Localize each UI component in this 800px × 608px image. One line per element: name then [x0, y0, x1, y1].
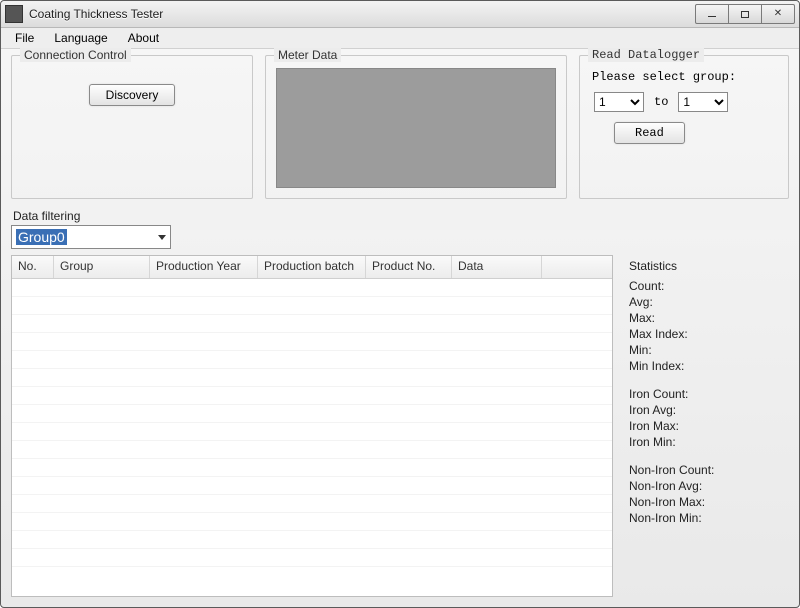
col-no[interactable]: No. [12, 256, 54, 278]
table-row [12, 459, 612, 477]
table-row [12, 441, 612, 459]
client-area: Connection Control Discovery Meter Data … [1, 49, 799, 607]
maximize-button[interactable] [728, 4, 762, 24]
window-title: Coating Thickness Tester [29, 7, 696, 21]
table-row [12, 549, 612, 567]
table-row [12, 477, 612, 495]
close-button[interactable] [761, 4, 795, 24]
data-filtering-select[interactable]: Group0 [11, 225, 171, 249]
stat-noniron-min: Non-Iron Min: [629, 511, 789, 525]
col-year[interactable]: Production Year [150, 256, 258, 278]
col-data[interactable]: Data [452, 256, 542, 278]
read-button[interactable]: Read [614, 122, 685, 144]
statistics-panel: Statistics Count: Avg: Max: Max Index: M… [623, 255, 789, 597]
table-row [12, 315, 612, 333]
minimize-button[interactable] [695, 4, 729, 24]
top-row: Connection Control Discovery Meter Data … [11, 55, 789, 199]
meter-data-group: Meter Data [265, 55, 567, 199]
table-row [12, 387, 612, 405]
data-filtering-label: Data filtering [13, 209, 789, 223]
table-row [12, 513, 612, 531]
data-filtering-area: Data filtering Group0 [11, 205, 789, 249]
table-row [12, 279, 612, 297]
stat-min: Min: [629, 343, 789, 357]
stat-iron-avg: Iron Avg: [629, 403, 789, 417]
discovery-button[interactable]: Discovery [89, 84, 176, 106]
menu-file[interactable]: File [15, 31, 34, 45]
table-row [12, 405, 612, 423]
menu-language[interactable]: Language [54, 31, 107, 45]
datalogger-legend: Read Datalogger [588, 48, 704, 62]
filter-selected-value: Group0 [16, 229, 67, 245]
connection-legend: Connection Control [20, 48, 131, 62]
col-group[interactable]: Group [54, 256, 150, 278]
table-row [12, 297, 612, 315]
stats-header: Statistics [629, 259, 789, 273]
app-icon [5, 5, 23, 23]
stat-iron-count: Iron Count: [629, 387, 789, 401]
table-row [12, 369, 612, 387]
data-table: No. Group Production Year Production bat… [11, 255, 613, 597]
table-row [12, 423, 612, 441]
table-row [12, 531, 612, 549]
table-body[interactable] [12, 279, 612, 596]
stat-min-index: Min Index: [629, 359, 789, 373]
menubar: File Language About [1, 28, 799, 49]
menu-about[interactable]: About [128, 31, 159, 45]
table-row [12, 333, 612, 351]
to-label: to [654, 95, 668, 109]
titlebar: Coating Thickness Tester [1, 1, 799, 28]
group-from-select[interactable]: 1 [594, 92, 644, 112]
col-product[interactable]: Product No. [366, 256, 452, 278]
datalogger-prompt: Please select group: [592, 70, 778, 84]
meter-data-panel [276, 68, 556, 188]
group-to-select[interactable]: 1 [678, 92, 728, 112]
table-row [12, 351, 612, 369]
stat-iron-min: Iron Min: [629, 435, 789, 449]
table-header: No. Group Production Year Production bat… [12, 256, 612, 279]
stat-iron-max: Iron Max: [629, 419, 789, 433]
chevron-down-icon [158, 235, 166, 240]
connection-control-group: Connection Control Discovery [11, 55, 253, 199]
col-batch[interactable]: Production batch [258, 256, 366, 278]
table-row [12, 495, 612, 513]
stat-count: Count: [629, 279, 789, 293]
stat-noniron-count: Non-Iron Count: [629, 463, 789, 477]
stat-avg: Avg: [629, 295, 789, 309]
col-spacer [542, 256, 612, 278]
stat-max: Max: [629, 311, 789, 325]
meter-legend: Meter Data [274, 48, 341, 62]
window-buttons [696, 4, 795, 24]
read-datalogger-group: Read Datalogger Please select group: 1 t… [579, 55, 789, 199]
stat-noniron-avg: Non-Iron Avg: [629, 479, 789, 493]
stat-noniron-max: Non-Iron Max: [629, 495, 789, 509]
mid-row: No. Group Production Year Production bat… [11, 255, 789, 597]
stat-max-index: Max Index: [629, 327, 789, 341]
app-window: Coating Thickness Tester File Language A… [0, 0, 800, 608]
